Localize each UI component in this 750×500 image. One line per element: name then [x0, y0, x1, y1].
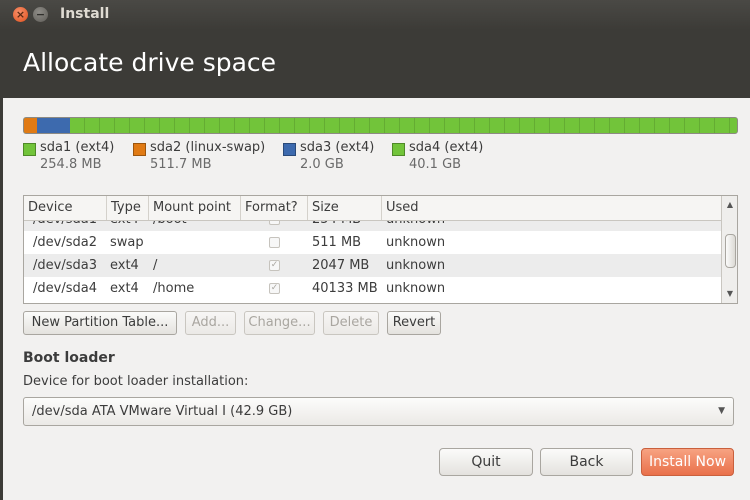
- chevron-down-icon: ▼: [718, 406, 725, 416]
- cell-size: 511 MB: [312, 235, 362, 250]
- cell-size: 40133 MB: [312, 281, 378, 296]
- page-title: Allocate drive space: [23, 48, 277, 77]
- cell-device: /dev/sda4: [33, 281, 97, 296]
- cell-device: /dev/sda3: [33, 258, 97, 273]
- minimize-icon[interactable]: −: [33, 7, 48, 22]
- partition-bar-segment-sda2: [28, 118, 37, 133]
- cell-size: 2047 MB: [312, 258, 370, 273]
- column-header-format[interactable]: Format?: [241, 196, 308, 220]
- new-partition-table-button[interactable]: New Partition Table...: [23, 311, 177, 335]
- table-row[interactable]: /dev/sda3 ext4 / ✓ 2047 MB unknown: [24, 254, 721, 277]
- table-row[interactable]: /dev/sda1 ext4 /boot ✓ 254 MB unknown: [24, 221, 721, 231]
- back-button[interactable]: Back: [540, 448, 633, 476]
- legend-size: 254.8 MB: [40, 157, 102, 172]
- legend-label: sda4 (ext4): [409, 140, 484, 155]
- page-header: Allocate drive space: [3, 30, 750, 98]
- legend-size: 40.1 GB: [409, 157, 462, 172]
- legend-size: 511.7 MB: [150, 157, 212, 172]
- partition-bar-segment-sda4: [70, 118, 737, 133]
- boot-loader-selected-value: /dev/sda ATA VMware Virtual I (42.9 GB): [32, 404, 293, 419]
- legend-size: 2.0 GB: [300, 157, 344, 172]
- table-header: Device Type Mount point Format? Size Use…: [24, 196, 721, 221]
- column-header-type[interactable]: Type: [107, 196, 149, 220]
- delete-partition-button[interactable]: Delete: [323, 311, 379, 335]
- legend-label: sda3 (ext4): [300, 140, 375, 155]
- cell-used: unknown: [386, 221, 445, 231]
- cell-mount: /boot: [153, 221, 187, 231]
- quit-button[interactable]: Quit: [439, 448, 533, 476]
- column-header-mount-point[interactable]: Mount point: [149, 196, 241, 220]
- boot-loader-title: Boot loader: [23, 350, 115, 366]
- legend-swatch: [133, 143, 146, 156]
- legend-label: sda1 (ext4): [40, 140, 115, 155]
- legend-label: sda2 (linux-swap): [150, 140, 266, 155]
- partition-table: Device Type Mount point Format? Size Use…: [23, 195, 738, 304]
- close-icon[interactable]: ×: [13, 7, 28, 22]
- column-header-used[interactable]: Used: [382, 196, 721, 220]
- cell-device: /dev/sda1: [33, 221, 97, 231]
- window-title: Install: [60, 6, 110, 22]
- table-row[interactable]: /dev/sda2 swap 511 MB unknown: [24, 231, 721, 254]
- cell-used: unknown: [386, 281, 446, 296]
- partition-bar-segment-sda3: [36, 118, 71, 133]
- table-scrollbar[interactable]: ▲ ▼: [721, 196, 737, 303]
- column-header-device[interactable]: Device: [24, 196, 107, 220]
- column-header-size[interactable]: Size: [308, 196, 382, 220]
- legend-swatch: [23, 143, 36, 156]
- partition-usage-bar: [23, 117, 738, 134]
- cell-size: 254 MB: [312, 221, 361, 231]
- cell-used: unknown: [386, 258, 446, 273]
- scroll-down-icon[interactable]: ▼: [722, 287, 737, 301]
- format-checkbox[interactable]: [269, 237, 280, 248]
- format-checkbox[interactable]: ✓: [269, 283, 280, 294]
- table-row[interactable]: /dev/sda4 ext4 /home ✓ 40133 MB unknown: [24, 277, 721, 300]
- cell-type: ext4: [110, 221, 139, 231]
- legend-swatch: [392, 143, 405, 156]
- format-checkbox[interactable]: ✓: [269, 221, 280, 225]
- change-partition-button[interactable]: Change...: [244, 311, 315, 335]
- title-bar: × − Install: [0, 0, 750, 30]
- cell-used: unknown: [386, 235, 446, 250]
- install-now-button[interactable]: Install Now: [641, 448, 734, 476]
- boot-loader-label: Device for boot loader installation:: [23, 374, 249, 389]
- boot-loader-device-select[interactable]: /dev/sda ATA VMware Virtual I (42.9 GB) …: [23, 397, 734, 426]
- scrollbar-thumb[interactable]: [725, 234, 736, 268]
- add-partition-button[interactable]: Add...: [185, 311, 236, 335]
- cell-type: ext4: [110, 281, 139, 296]
- cell-mount: /home: [153, 281, 195, 296]
- format-checkbox[interactable]: ✓: [269, 260, 280, 271]
- cell-type: swap: [110, 235, 144, 250]
- scroll-up-icon[interactable]: ▲: [722, 198, 737, 212]
- cell-mount: /: [153, 258, 158, 273]
- legend-swatch: [283, 143, 296, 156]
- table-body: /dev/sda1 ext4 /boot ✓ 254 MB unknown /d…: [24, 221, 721, 303]
- cell-type: ext4: [110, 258, 139, 273]
- cell-device: /dev/sda2: [33, 235, 97, 250]
- revert-button[interactable]: Revert: [387, 311, 441, 335]
